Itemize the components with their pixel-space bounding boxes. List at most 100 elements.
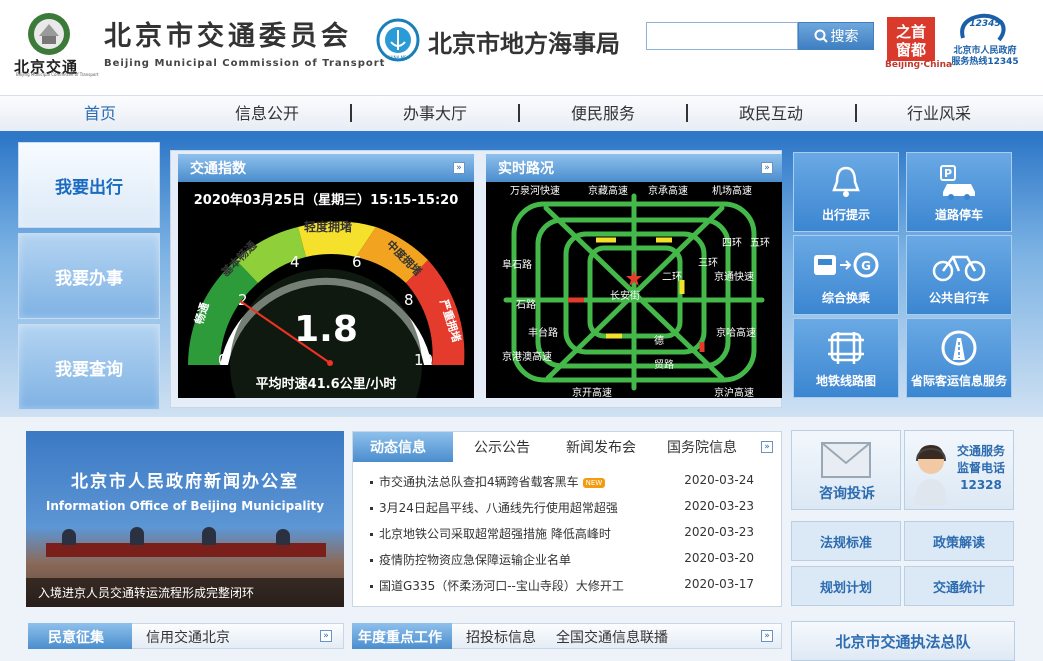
msa-seal-icon[interactable]: CHINA MSA: [376, 18, 420, 62]
operator-icon: [915, 445, 947, 505]
road-label-airport: 机场高速: [712, 184, 752, 197]
logo-subtext: Beijing Municipal Committee of Transport: [16, 72, 99, 77]
subway-map-icon: [828, 332, 864, 364]
news-item[interactable]: 3月24日起昌平线、八通线先行使用超常超强 2020-03-23: [370, 499, 770, 516]
bicycle-icon: [932, 255, 986, 282]
road-label-jinghu: 京沪高速: [714, 386, 754, 398]
search-button[interactable]: 搜索: [798, 22, 874, 50]
traffic-index-more-button[interactable]: »: [453, 162, 465, 174]
road-icon: [941, 330, 977, 366]
planning-card[interactable]: 规划计划: [791, 566, 901, 606]
bullet-icon: [370, 533, 373, 536]
tab-state-council[interactable]: 国务院信息: [667, 432, 737, 462]
news-item[interactable]: 市交通执法总队查扣4辆跨省载客黑车 NEW 2020-03-24: [370, 473, 770, 490]
road-label-mao: 贸路: [654, 358, 674, 371]
tile-intercity-bus[interactable]: 省际客运信息服务: [906, 318, 1012, 398]
policy-interpretation-card[interactable]: 政策解读: [904, 521, 1014, 561]
regulations-card[interactable]: 法规标准: [791, 521, 901, 561]
nav-home[interactable]: 首页: [40, 100, 160, 124]
news-item-title: 3月24日起昌平线、八通线先行使用超常超强: [379, 501, 618, 515]
road-label-ring2: 二环: [662, 272, 682, 283]
hotline-logo-number: 12345: [969, 19, 1000, 29]
nav-info-disclosure[interactable]: 信息公开: [207, 100, 327, 124]
commission-title[interactable]: 北京市交通委员会: [104, 14, 352, 53]
tile-public-bicycle[interactable]: 公共自行车: [906, 235, 1012, 315]
tile-subway-map[interactable]: 地铁线路图: [793, 318, 899, 398]
nav-underline-bar: [0, 131, 1043, 139]
services-button[interactable]: 我要办事: [18, 233, 160, 319]
news-item-date: 2020-03-24: [684, 473, 754, 487]
parking-icon: P: [940, 165, 975, 200]
nav-interaction[interactable]: 政民互动: [711, 100, 831, 124]
tab-credit-beijing[interactable]: 信用交通北京: [146, 627, 230, 647]
tile-travel-tips-label: 出行提示: [821, 208, 870, 222]
news-more-button[interactable]: »: [761, 441, 773, 453]
news-photo-caption[interactable]: 入境进京人员交通转运流程形成完整闭环: [26, 578, 344, 607]
nav-separator: [686, 104, 688, 122]
road-conditions-title[interactable]: 实时路况: [498, 158, 554, 178]
bell-icon: [832, 166, 860, 197]
tab-announcements[interactable]: 公示公告: [474, 432, 530, 462]
complaint-card[interactable]: 咨询投诉: [791, 430, 901, 510]
traffic-index-title[interactable]: 交通指数: [190, 158, 246, 178]
tab-national-transport-news[interactable]: 全国交通信息联播: [556, 627, 668, 647]
statistics-card[interactable]: 交通统计: [904, 566, 1014, 606]
hotline-12328-line1: 交通服务: [956, 444, 1005, 458]
tab-bidding[interactable]: 招投标信息: [466, 627, 536, 647]
news-item-title: 市交通执法总队查扣4辆跨省载客黑车: [379, 475, 579, 489]
beijing-logo-text: Beijing·China: [885, 60, 953, 70]
news-item-date: 2020-03-23: [684, 525, 754, 539]
msa-title[interactable]: 北京市地方海事局: [428, 24, 620, 59]
nav-industry[interactable]: 行业风采: [879, 100, 999, 124]
hotline-text-line2: 服务热线12345: [951, 57, 1019, 67]
road-map: 万泉河快速 京藏高速 京承高速 机场高速 四环 五环 二环 三环 阜石路 石路 …: [502, 184, 770, 398]
beijing-transport-emblem-icon[interactable]: [22, 10, 76, 58]
work-more-button[interactable]: »: [761, 630, 773, 642]
road-conditions-more-button[interactable]: »: [761, 162, 773, 174]
svg-text:G: G: [861, 259, 871, 273]
tab-annual-work[interactable]: 年度重点工作: [358, 627, 442, 647]
nav-service-hall[interactable]: 办事大厅: [375, 100, 495, 124]
road-conditions-header: 实时路况: [486, 154, 782, 182]
opinion-more-button[interactable]: »: [320, 630, 332, 642]
news-item[interactable]: 疫情防控物资应急保障运输企业名单 2020-03-20: [370, 551, 770, 568]
query-button[interactable]: 我要查询: [18, 324, 160, 410]
news-item[interactable]: 国道G335（怀柔汤河口--宝山寺段）大修开工 2020-03-17: [370, 577, 770, 594]
enforcement-corps-link[interactable]: 北京市交通执法总队: [791, 621, 1015, 661]
search-input[interactable]: [646, 22, 798, 50]
svg-text:之首: 之首: [896, 23, 926, 41]
tile-subway-map-label: 地铁线路图: [815, 374, 876, 388]
bullet-icon: [370, 507, 373, 510]
news-item[interactable]: 北京地铁公司采取超常超强措施 降低高峰时 2020-03-23: [370, 525, 770, 542]
nav-separator: [855, 104, 857, 122]
news-photo-subtitle: Information Office of Beijing Municipali…: [45, 499, 325, 513]
tile-road-parking[interactable]: P 道路停车: [906, 152, 1012, 232]
gauge-tick-0: 0: [218, 351, 228, 369]
new-badge: NEW: [582, 477, 606, 488]
nav-public-service[interactable]: 便民服务: [543, 100, 663, 124]
news-photo-title: 北京市人民政府新闻办公室: [71, 472, 299, 492]
road-label-changan: 长安街: [610, 289, 640, 302]
hotline-12328-card[interactable]: 交通服务 监督电话 12328: [904, 430, 1014, 510]
travel-button[interactable]: 我要出行: [18, 142, 160, 228]
tile-transfer[interactable]: G 综合换乘: [793, 235, 899, 315]
nav-separator: [350, 104, 352, 122]
road-label-de: 德: [654, 334, 664, 347]
tab-opinion-collection[interactable]: 民意征集: [48, 627, 104, 647]
tile-intercity-bus-label: 省际客运信息服务: [910, 374, 1007, 388]
road-label-fushi: 阜石路: [502, 258, 532, 271]
tile-transfer-label: 综合换乘: [821, 291, 870, 305]
traffic-index-value: 1.8: [294, 309, 358, 350]
road-label-jingha: 京哈高速: [716, 326, 756, 339]
gauge-tick-10: 10: [414, 351, 433, 369]
gauge-tick-4: 4: [290, 253, 300, 271]
hotline-12345-logo-icon[interactable]: 12345: [955, 10, 1009, 50]
tab-press-conference[interactable]: 新闻发布会: [566, 432, 636, 462]
traffic-gauge: 畅通 基本畅通 轻度拥堵 中度拥堵 严重拥堵 0 2 4 6 8 10 1.8 …: [188, 219, 465, 398]
tile-travel-tips[interactable]: 出行提示: [793, 152, 899, 232]
gauge-tick-6: 6: [352, 253, 362, 271]
traffic-avg-speed: 平均时速41.6公里/小时: [256, 376, 397, 392]
news-photo-person: [276, 529, 290, 545]
tab-dynamic-info[interactable]: 动态信息: [370, 432, 426, 462]
hotline-12328-line2: 监督电话: [956, 461, 1005, 475]
